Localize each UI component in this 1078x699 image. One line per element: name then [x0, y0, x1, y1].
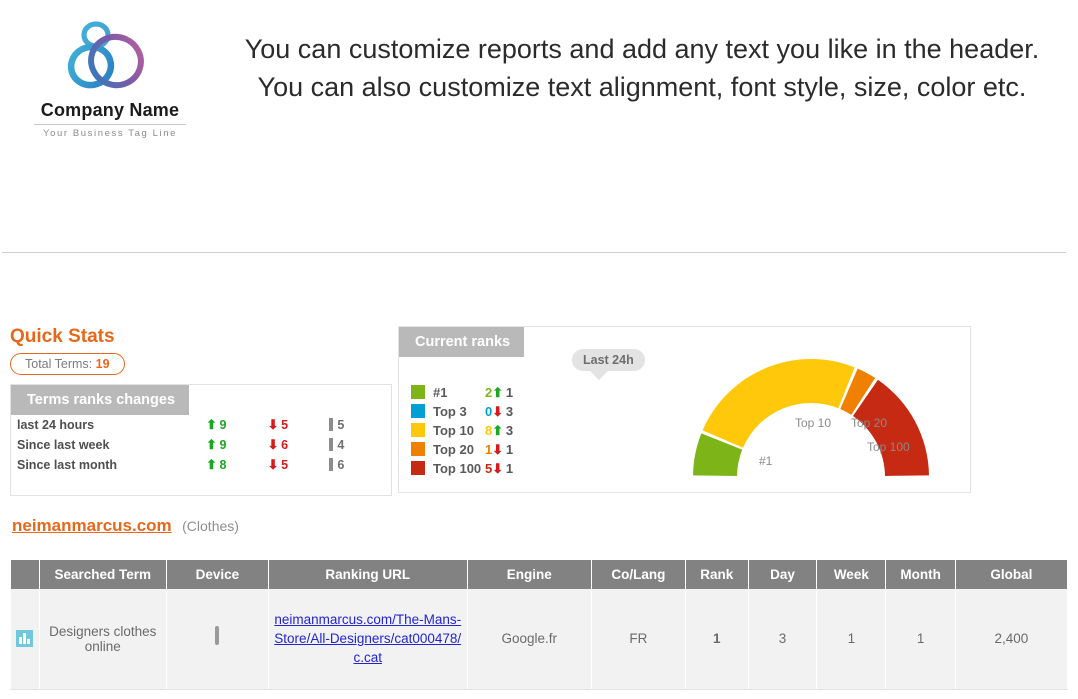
stats-row: Quick Stats Total Terms: 19 Terms ranks … [0, 326, 1078, 498]
cell-engine: Google.fr [466, 589, 592, 690]
row-up: ⬆ 9 [206, 437, 227, 452]
col-global[interactable]: Global [954, 560, 1069, 589]
legend-swatch-4 [411, 442, 425, 456]
col-searched-term[interactable]: Searched Term [38, 560, 167, 589]
page-header: Company Name Your Business Tag Line You … [0, 0, 1078, 250]
terms-ranks-changes-panel: Terms ranks changes last 24 hours ⬆ 9 ⬇ … [10, 384, 392, 496]
cell-day: 3 [747, 589, 818, 690]
cell-month: 1 [885, 589, 956, 690]
total-terms-badge: Total Terms: 19 [10, 353, 125, 375]
legend-change: ⬆ 1 [492, 384, 514, 400]
legend-change: ⬆ 3 [492, 422, 514, 438]
logo-divider [34, 124, 186, 125]
bar-chart-icon[interactable] [16, 630, 34, 648]
row-flat: 5 [329, 415, 391, 435]
legend-value: 2 [485, 385, 493, 400]
logo-block: Company Name Your Business Tag Line [0, 8, 220, 139]
list-item: #1 2 ⬆ 1 [411, 383, 513, 402]
row-flat: 4 [329, 435, 391, 455]
row-chart-icon-cell[interactable] [10, 589, 40, 690]
terms-ranks-changes-table: last 24 hours ⬆ 9 ⬇ 5 5 Since last week … [11, 415, 391, 475]
list-item: Top 100 5 ⬇ 1 [411, 459, 513, 478]
company-tagline: Your Business Tag Line [43, 128, 177, 139]
cell-colang: FR [590, 589, 686, 690]
col-day[interactable]: Day [747, 560, 818, 589]
quick-stats-title: Quick Stats [10, 326, 115, 347]
col-colang[interactable]: Co/Lang [590, 560, 686, 589]
ranking-url-link[interactable]: neimanmarcus.com/The-Mans-Store/All-Desi… [274, 612, 461, 665]
current-ranks-header: Current ranks [399, 327, 525, 357]
rankings-table: Searched Term Device Ranking URL Engine … [10, 560, 1069, 690]
legend-swatch-1 [411, 385, 425, 399]
legend-change: ⬇ 1 [492, 460, 514, 476]
list-item: Top 10 8 ⬆ 3 [411, 421, 513, 440]
last-24h-tooltip: Last 24h [572, 349, 645, 380]
legend-value: 1 [485, 442, 493, 457]
legend-value: 5 [485, 461, 493, 476]
legend-change: ⬇ 1 [492, 441, 514, 457]
row-down: ⬇ 5 [267, 457, 289, 472]
legend-value: 0 [485, 404, 493, 419]
row-up: ⬆ 9 [206, 417, 227, 432]
row-label: Since last week [17, 438, 110, 452]
row-flat: 6 [329, 455, 391, 475]
row-down: ⬇ 6 [267, 437, 289, 452]
legend-swatch-5 [411, 461, 425, 475]
legend-value: 8 [485, 423, 493, 438]
legend-name: #1 [411, 383, 485, 402]
cell-global: 2,400 [954, 589, 1069, 690]
table-row: Designers clothes online neimanmarcus.co… [10, 589, 1069, 690]
current-ranks-panel: Current ranks Last 24h #1 2 ⬆ 1 Top 3 0 … [398, 326, 971, 493]
row-label: Since last month [17, 458, 118, 472]
table-header-row: Searched Term Device Ranking URL Engine … [10, 560, 1069, 589]
row-up: ⬆ 8 [206, 457, 227, 472]
current-ranks-gauge-chart: #1 Top 10 Top 20 Top 100 [671, 355, 951, 485]
cell-device [165, 589, 269, 690]
cell-week: 1 [816, 589, 887, 690]
col-engine[interactable]: Engine [466, 560, 592, 589]
domain-line: neimanmarcus.com (Clothes) [12, 516, 239, 536]
table-row: Since last month ⬆ 8 ⬇ 5 6 [11, 455, 391, 475]
svg-text:Top 100: Top 100 [867, 440, 910, 454]
col-ranking-url[interactable]: Ranking URL [267, 560, 468, 589]
legend-name: Top 20 [411, 440, 485, 459]
list-item: Top 3 0 ⬇ 3 [411, 402, 513, 421]
company-rings-logo-icon [55, 16, 165, 98]
current-ranks-legend: #1 2 ⬆ 1 Top 3 0 ⬇ 3 Top 10 8 ⬆ 3 Top 20… [411, 383, 513, 478]
legend-name: Top 3 [411, 402, 485, 421]
svg-text:Top 10: Top 10 [795, 416, 831, 430]
total-terms-label: Total Terms: [25, 357, 93, 371]
col-rank[interactable]: Rank [684, 560, 749, 589]
cell-searched-term: Designers clothes online [38, 589, 167, 690]
total-terms-value: 19 [95, 357, 110, 371]
row-label: last 24 hours [17, 418, 95, 432]
domain-category: (Clothes) [182, 518, 239, 534]
svg-text:Top 20: Top 20 [851, 416, 887, 430]
legend-change: ⬇ 3 [492, 403, 514, 419]
table-row: Since last week ⬆ 9 ⬇ 6 4 [11, 435, 391, 455]
company-name: Company Name [40, 100, 180, 120]
header-custom-text: You can customize reports and add any te… [244, 34, 1040, 102]
desktop-monitor-icon [204, 625, 230, 650]
cell-rank: 1 [684, 589, 749, 690]
domain-link[interactable]: neimanmarcus.com [12, 516, 172, 535]
legend-swatch-3 [411, 423, 425, 437]
header-divider [2, 252, 1066, 253]
legend-swatch-2 [411, 404, 425, 418]
col-device[interactable]: Device [165, 560, 269, 589]
legend-name: Top 100 [411, 459, 485, 478]
col-icon[interactable] [10, 560, 40, 589]
col-week[interactable]: Week [816, 560, 887, 589]
svg-text:#1: #1 [759, 454, 773, 468]
row-down: ⬇ 5 [267, 417, 289, 432]
terms-ranks-changes-header: Terms ranks changes [11, 385, 190, 415]
table-row: last 24 hours ⬆ 9 ⬇ 5 5 [11, 415, 391, 435]
list-item: Top 20 1 ⬇ 1 [411, 440, 513, 459]
cell-ranking-url[interactable]: neimanmarcus.com/The-Mans-Store/All-Desi… [267, 589, 468, 690]
col-month[interactable]: Month [885, 560, 956, 589]
legend-name: Top 10 [411, 421, 485, 440]
